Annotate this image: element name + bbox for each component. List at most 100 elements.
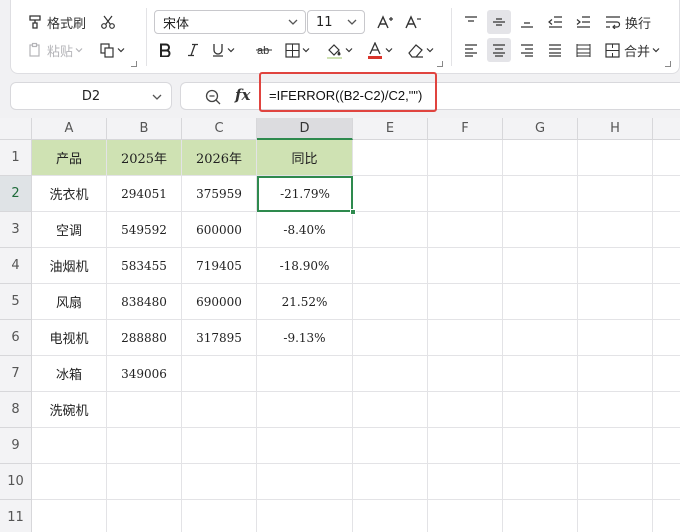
align-right-button[interactable] <box>515 38 539 62</box>
data-cell[interactable] <box>257 356 353 392</box>
empty-cell[interactable] <box>578 464 653 500</box>
strikethrough-button[interactable]: ab <box>253 40 275 60</box>
increase-indent-button[interactable] <box>571 10 595 34</box>
data-cell[interactable]: 583455 <box>107 248 182 284</box>
data-cell[interactable] <box>182 356 257 392</box>
row-header-3[interactable]: 3 <box>0 212 32 248</box>
empty-cell[interactable] <box>428 284 503 320</box>
empty-cell[interactable] <box>653 320 680 356</box>
empty-cell[interactable] <box>353 392 428 428</box>
empty-cell[interactable] <box>353 356 428 392</box>
empty-cell[interactable] <box>503 428 578 464</box>
data-cell[interactable]: 838480 <box>107 284 182 320</box>
format-painter-button[interactable]: 格式刷 <box>27 12 86 32</box>
increase-font-size-button[interactable] <box>375 12 395 32</box>
underline-button[interactable] <box>211 40 235 60</box>
data-cell[interactable]: -8.40% <box>257 212 353 248</box>
row-header-10[interactable]: 10 <box>0 464 32 500</box>
data-cell[interactable]: 294051 <box>107 176 182 212</box>
empty-cell[interactable] <box>503 248 578 284</box>
data-cell[interactable]: 288880 <box>107 320 182 356</box>
data-cell[interactable]: 317895 <box>182 320 257 356</box>
empty-cell[interactable] <box>353 500 428 532</box>
empty-cell[interactable] <box>32 500 107 532</box>
empty-cell[interactable] <box>353 248 428 284</box>
align-top-button[interactable] <box>459 10 483 34</box>
data-cell[interactable]: 375959 <box>182 176 257 212</box>
insert-function-button[interactable]: fx <box>235 86 250 104</box>
data-cell[interactable]: 洗衣机 <box>32 176 107 212</box>
empty-cell[interactable] <box>503 464 578 500</box>
empty-cell[interactable] <box>182 464 257 500</box>
empty-cell[interactable] <box>578 284 653 320</box>
column-header-b[interactable]: B <box>107 118 182 140</box>
empty-cell[interactable] <box>578 176 653 212</box>
empty-cell[interactable] <box>653 140 680 176</box>
data-cell[interactable]: 21.52% <box>257 284 353 320</box>
data-cell[interactable]: 风扇 <box>32 284 107 320</box>
empty-cell[interactable] <box>107 428 182 464</box>
data-cell[interactable]: 600000 <box>182 212 257 248</box>
empty-cell[interactable] <box>428 140 503 176</box>
row-header-2[interactable]: 2 <box>0 176 32 212</box>
data-cell[interactable]: -18.90% <box>257 248 353 284</box>
align-center-button[interactable] <box>487 38 511 62</box>
data-cell[interactable] <box>107 392 182 428</box>
row-header-11[interactable]: 11 <box>0 500 32 532</box>
data-cell[interactable] <box>257 392 353 428</box>
row-header-1[interactable]: 1 <box>0 140 32 176</box>
empty-cell[interactable] <box>428 356 503 392</box>
data-cell[interactable] <box>182 392 257 428</box>
row-header-8[interactable]: 8 <box>0 392 32 428</box>
empty-cell[interactable] <box>503 320 578 356</box>
empty-cell[interactable] <box>257 464 353 500</box>
column-header-f[interactable]: F <box>428 118 503 140</box>
empty-cell[interactable] <box>107 500 182 532</box>
data-cell[interactable]: 电视机 <box>32 320 107 356</box>
decrease-font-size-button[interactable] <box>403 12 423 32</box>
empty-cell[interactable] <box>578 248 653 284</box>
column-header-c[interactable]: C <box>182 118 257 140</box>
empty-cell[interactable] <box>182 428 257 464</box>
data-cell[interactable]: 洗碗机 <box>32 392 107 428</box>
empty-cell[interactable] <box>428 392 503 428</box>
empty-cell[interactable] <box>503 176 578 212</box>
data-cell[interactable]: 油烟机 <box>32 248 107 284</box>
row-header-4[interactable]: 4 <box>0 248 32 284</box>
select-all-corner[interactable] <box>0 118 32 140</box>
empty-cell[interactable] <box>182 500 257 532</box>
name-box[interactable]: D2 <box>10 82 172 110</box>
header-cell[interactable]: 2026年 <box>182 140 257 176</box>
empty-cell[interactable] <box>578 212 653 248</box>
empty-cell[interactable] <box>428 464 503 500</box>
empty-cell[interactable] <box>353 212 428 248</box>
row-header-6[interactable]: 6 <box>0 320 32 356</box>
wrap-text-button[interactable]: 换行 <box>605 12 651 32</box>
empty-cell[interactable] <box>653 212 680 248</box>
data-cell[interactable]: 719405 <box>182 248 257 284</box>
empty-cell[interactable] <box>107 464 182 500</box>
header-cell[interactable]: 产品 <box>32 140 107 176</box>
empty-cell[interactable] <box>653 464 680 500</box>
empty-cell[interactable] <box>653 284 680 320</box>
column-header-e[interactable]: E <box>353 118 428 140</box>
empty-cell[interactable] <box>428 500 503 532</box>
merge-cells-button[interactable]: 合并 <box>605 40 660 60</box>
active-cell-d2[interactable]: -21.79% <box>257 176 353 212</box>
fill-handle[interactable] <box>350 209 356 215</box>
empty-cell[interactable] <box>257 500 353 532</box>
fill-color-button[interactable] <box>326 40 353 60</box>
empty-cell[interactable] <box>428 248 503 284</box>
data-cell[interactable]: 空调 <box>32 212 107 248</box>
empty-cell[interactable] <box>257 428 353 464</box>
data-cell[interactable]: 690000 <box>182 284 257 320</box>
column-header-a[interactable]: A <box>32 118 107 140</box>
empty-cell[interactable] <box>503 356 578 392</box>
dialog-launcher-icon[interactable] <box>437 61 443 67</box>
borders-button[interactable] <box>285 40 310 60</box>
decrease-indent-button[interactable] <box>543 10 567 34</box>
zoom-out-icon[interactable] <box>205 89 221 105</box>
empty-cell[interactable] <box>428 428 503 464</box>
empty-cell[interactable] <box>353 320 428 356</box>
empty-cell[interactable] <box>578 500 653 532</box>
